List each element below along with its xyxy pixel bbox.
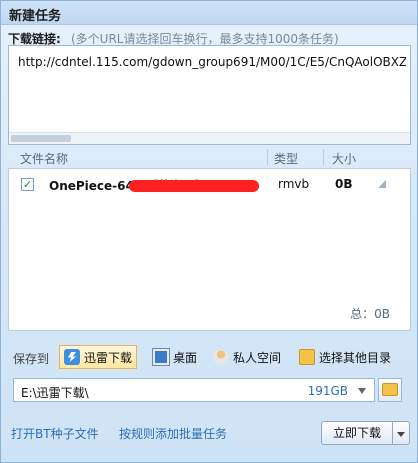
- save-option-other[interactable]: 选择其他目录: [295, 345, 395, 369]
- file-list-header: 文件名称 类型 大小: [8, 146, 411, 168]
- url-value: http://cdntel.115.com/gdown_group691/M00…: [18, 55, 406, 69]
- save-option-label: 桌面: [173, 350, 198, 365]
- column-size[interactable]: 大小: [332, 150, 356, 167]
- download-options-chevron-icon[interactable]: [392, 421, 410, 445]
- save-path-combobox[interactable]: E:\迅雷下载\ 191GB: [13, 378, 375, 402]
- download-now-button[interactable]: 立即下载: [321, 421, 393, 445]
- save-option-private[interactable]: 私人空间: [209, 345, 285, 369]
- file-type: rmvb: [278, 177, 310, 191]
- open-bt-seed-link[interactable]: 打开BT种子文件: [11, 425, 99, 442]
- column-divider: [323, 149, 324, 165]
- resize-grip-icon: [378, 180, 386, 188]
- file-size: 0B: [335, 177, 353, 191]
- save-option-desktop[interactable]: 桌面: [149, 345, 201, 369]
- title-bar[interactable]: 新建任务: [1, 1, 417, 25]
- total-size: 总：0B: [350, 307, 390, 321]
- save-option-label: 选择其他目录: [319, 350, 392, 365]
- save-path-value: E:\迅雷下载\: [21, 386, 89, 400]
- desktop-icon: [153, 349, 169, 365]
- dialog-title: 新建任务: [9, 9, 62, 24]
- column-file-name[interactable]: 文件名称: [20, 150, 68, 167]
- folder-icon: [382, 383, 398, 396]
- free-space: 191GB: [307, 384, 348, 398]
- thunder-download-icon: [64, 349, 80, 365]
- scrollbar-thumb[interactable]: [11, 135, 71, 142]
- url-textarea[interactable]: http://cdntel.115.com/gdown_group691/M00…: [8, 45, 411, 145]
- folder-icon: [299, 349, 315, 365]
- file-row[interactable]: ✓ OnePiece-646 【航海王】... rmvb 0B: [9, 173, 410, 195]
- private-space-icon: [213, 349, 229, 365]
- horizontal-scrollbar[interactable]: [9, 132, 410, 144]
- new-task-dialog: 新建任务 下载链接: (多个URL请选择回车换行，最多支持1000条任务) ht…: [0, 0, 418, 463]
- column-type[interactable]: 类型: [274, 150, 298, 167]
- browse-folder-button[interactable]: [378, 378, 402, 402]
- save-option-label: 迅雷下载: [84, 350, 133, 365]
- save-option-thunder[interactable]: 迅雷下载: [59, 345, 138, 369]
- batch-task-link[interactable]: 按规则添加批量任务: [119, 425, 227, 442]
- save-option-label: 私人空间: [233, 350, 282, 365]
- file-list: ✓ OnePiece-646 【航海王】... rmvb 0B 总：0B: [8, 168, 411, 331]
- file-checkbox[interactable]: ✓: [21, 178, 34, 191]
- chevron-down-icon[interactable]: [358, 388, 366, 394]
- save-to-label: 保存到: [13, 352, 50, 366]
- redaction-mark: [129, 180, 259, 192]
- column-divider: [267, 149, 268, 165]
